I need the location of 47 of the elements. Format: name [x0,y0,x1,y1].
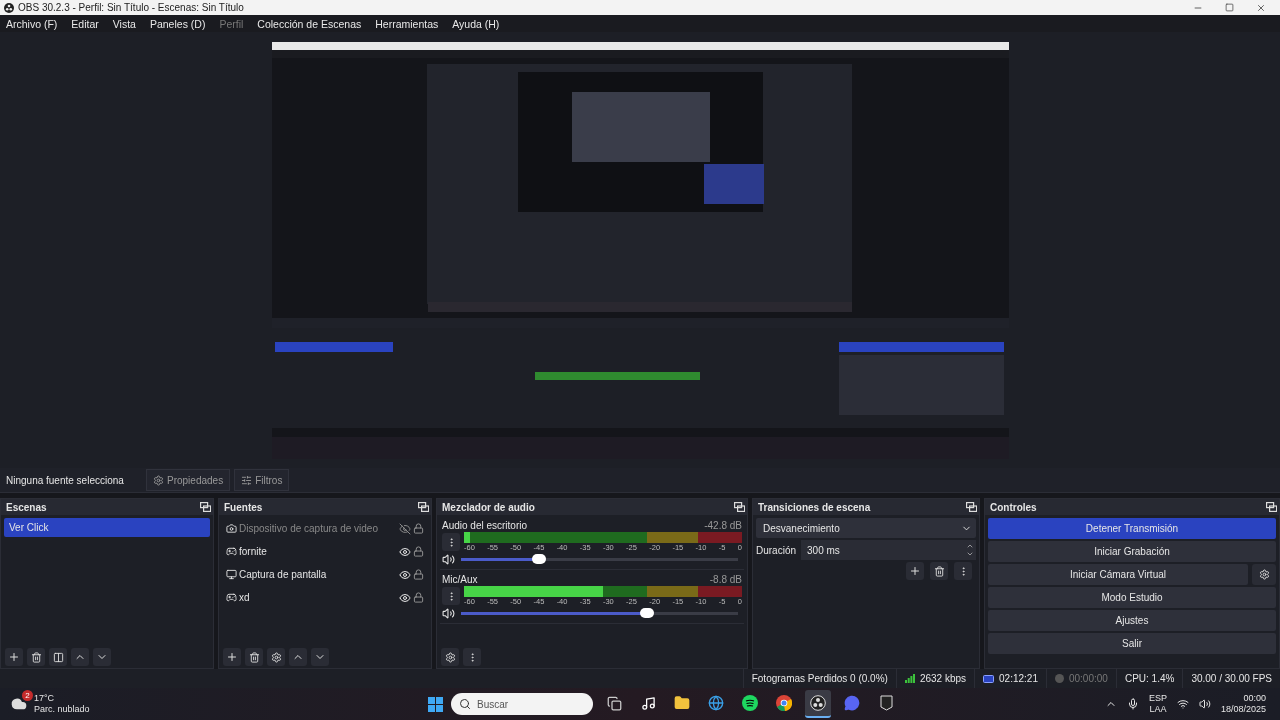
weather-text: Parc. nublado [34,704,90,715]
menu-item[interactable]: Paneles (D) [149,17,206,30]
control-button[interactable]: Detener Transmisión [988,518,1276,539]
menu-item[interactable]: Vista [112,17,136,30]
source-name[interactable]: fornite [239,546,397,557]
bitrate: 2632 kbps [919,673,967,684]
scene-item[interactable]: Ver Click [4,518,210,537]
window-title: OBS 30.2.3 - Perfil: Sin Título - Escenas: Sin Título [18,2,245,13]
record-time: 00:00:00 [1068,673,1108,684]
weather-icon[interactable]: 2 [8,693,30,715]
source-name[interactable]: xd [239,592,397,603]
menu-item[interactable]: Colección de Escenas [257,17,362,30]
menu-item[interactable]: Archivo (F) [6,17,58,30]
dock-title: Escenas [6,501,47,513]
control-button[interactable]: Iniciar Grabación [988,541,1276,562]
control-button[interactable]: Ajustes [988,610,1276,631]
temperature: 17°C [34,693,56,704]
channel-name: Mic/Aux [442,574,478,585]
duration-label: Duración [756,544,797,556]
dock-title: Transiciones de escena [758,501,871,513]
source-name[interactable]: Dispositivo de captura de video [239,523,397,534]
duration-field[interactable]: 300 ms [801,540,976,560]
filters-button[interactable]: Filtros [234,469,290,491]
menu-item[interactable]: Editar [71,17,99,30]
db-reading: -8.8 dB [709,574,742,585]
search-field[interactable]: Buscar [451,693,593,715]
channel-name: Audio del escritorio [442,520,528,531]
fps: 30.00 / 30.00 FPS [1191,673,1272,684]
control-button[interactable]: Salir [988,633,1276,654]
dock-title: Controles [990,501,1037,513]
db-reading: -42.8 dB [704,520,742,531]
menu-item[interactable]: Ayuda (H) [452,17,500,30]
source-name[interactable]: Captura de pantalla [239,569,397,580]
properties-button[interactable]: Propiedades [146,469,231,491]
control-button[interactable]: Modo Estudio [988,587,1276,608]
dock-title: Mezclador de audio [442,501,535,513]
stream-time: 02:12:21 [999,673,1038,684]
control-button[interactable]: Iniciar Cámara Virtual [988,564,1248,585]
language-indicator[interactable]: ESP LAA [1148,693,1167,715]
selection-label: Ninguna fuente selecciona [6,474,125,486]
cpu-usage: CPU: 1.4% [1124,673,1175,684]
dropped-frames: Fotogramas Perdidos 0 (0.0%) [751,673,888,684]
transition-select[interactable]: Desvanecimiento [756,518,976,538]
menu-item[interactable]: Herramientas [375,17,439,30]
notification-badge: 2 [22,690,33,701]
clock[interactable]: 00:00 18/08/2025 [1220,693,1272,715]
dock-title: Fuentes [224,501,263,513]
